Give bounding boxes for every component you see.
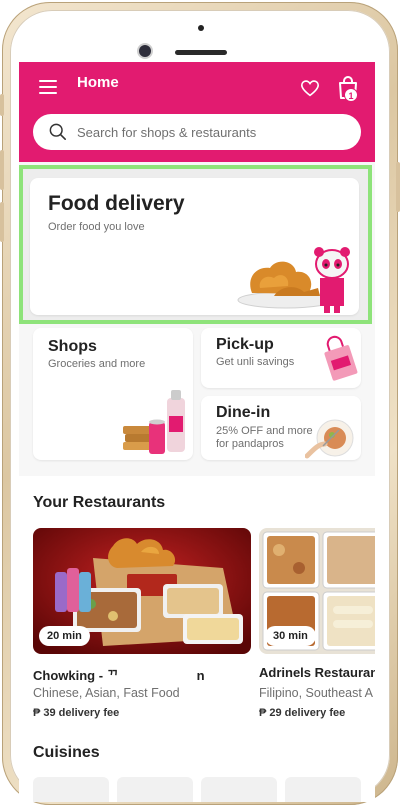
fried-chicken-panda-illustration bbox=[237, 247, 350, 313]
cart-count-badge: 1 bbox=[344, 88, 358, 102]
restaurant-cuisine: Filipino, Southeast A bbox=[259, 686, 373, 700]
your-restaurants-title: Your Restaurants bbox=[33, 494, 166, 511]
power-button bbox=[396, 162, 400, 212]
dine-in-plate-illustration bbox=[305, 419, 354, 459]
cuisine-tile[interactable] bbox=[117, 777, 193, 802]
restaurant-delivery-fee: ₱ 39 delivery fee bbox=[33, 707, 120, 719]
restaurant-name[interactable]: Chowking - ᄁ n bbox=[33, 665, 205, 684]
page-title: Home bbox=[77, 74, 119, 91]
shops-card[interactable]: Shops Groceries and more bbox=[33, 328, 193, 460]
front-camera bbox=[139, 45, 151, 57]
proximity-sensor bbox=[198, 25, 204, 31]
search-icon bbox=[49, 123, 67, 141]
restaurant-cuisine: Chinese, Asian, Fast Food bbox=[33, 686, 180, 700]
dinein-card[interactable]: Dine-in 25% OFF and more for pandapros bbox=[201, 396, 361, 460]
shops-title: Shops bbox=[48, 338, 97, 355]
restaurant-name-glyph: ᄁ bbox=[106, 668, 119, 683]
heart-icon[interactable] bbox=[300, 79, 320, 97]
pickup-subtitle: Get unli savings bbox=[216, 356, 295, 368]
delivery-time-pill: 20 min bbox=[39, 626, 90, 646]
groceries-illustration bbox=[123, 390, 185, 454]
restaurant-name[interactable]: Adrinels Restaurant bbox=[259, 665, 375, 680]
search-placeholder: Search for shops & restaurants bbox=[77, 125, 257, 140]
app-screen: Home 1 Search for shops & restaurants Fo… bbox=[19, 62, 375, 802]
pickup-title: Pick-up bbox=[216, 336, 274, 353]
delivery-time-pill: 30 min bbox=[265, 626, 316, 646]
food-delivery-subtitle: Order food you love bbox=[48, 221, 145, 233]
restaurant-name-tail: n bbox=[196, 668, 205, 683]
earpiece bbox=[175, 50, 227, 55]
food-delivery-title: Food delivery bbox=[48, 192, 185, 215]
pickup-bag-illustration bbox=[324, 335, 358, 381]
top-bar: Home 1 Search for shops & restaurants bbox=[19, 62, 375, 162]
menu-icon[interactable] bbox=[39, 80, 57, 94]
cuisine-tile[interactable] bbox=[201, 777, 277, 802]
search-bar[interactable]: Search for shops & restaurants bbox=[33, 114, 361, 150]
mute-switch bbox=[0, 94, 4, 116]
restaurant-delivery-fee: ₱ 29 delivery fee bbox=[259, 707, 346, 719]
shops-subtitle: Groceries and more bbox=[48, 358, 146, 370]
cuisines-title: Cuisines bbox=[33, 744, 100, 761]
dinein-title: Dine-in bbox=[216, 404, 271, 421]
volume-up-button bbox=[0, 150, 4, 190]
restaurant-name-text: Chowking - bbox=[33, 668, 107, 683]
food-delivery-card[interactable]: Food delivery Order food you love bbox=[30, 178, 359, 315]
cuisine-tile[interactable] bbox=[285, 777, 361, 802]
volume-down-button bbox=[0, 202, 4, 242]
pickup-card[interactable]: Pick-up Get unli savings bbox=[201, 328, 361, 388]
cuisine-tile[interactable] bbox=[33, 777, 109, 802]
